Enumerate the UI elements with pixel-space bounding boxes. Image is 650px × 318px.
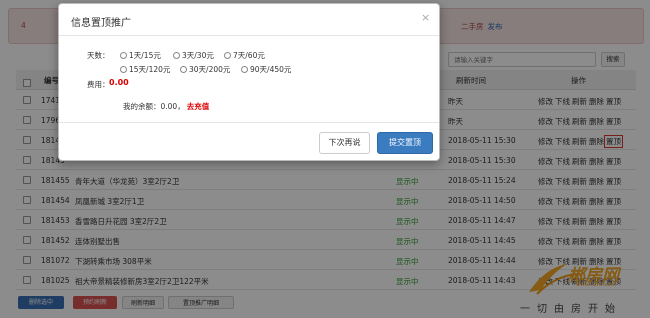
balance-line: 我的余额：0.00， 去充值 — [123, 101, 209, 112]
option-30-days[interactable]: 30天/200元 — [180, 64, 230, 75]
radio-icon[interactable] — [241, 66, 248, 73]
later-button[interactable]: 下次再说 — [319, 132, 370, 154]
top-promotion-dialog: 信息置顶推广 × 天数： 1天/15元 3天/30元 7天/60元 15天/12… — [58, 3, 440, 161]
days-label: 天数： — [87, 51, 110, 60]
radio-icon[interactable] — [120, 66, 127, 73]
option-15-days[interactable]: 15天/120元 — [120, 64, 170, 75]
dialog-footer-divider — [59, 122, 439, 123]
submit-top-button[interactable]: 提交置顶 — [377, 132, 433, 154]
radio-icon[interactable] — [224, 52, 231, 59]
dialog-header-divider — [59, 35, 439, 36]
option-3-days[interactable]: 3天/30元 — [173, 50, 214, 61]
fee-value: 0.00 — [109, 78, 129, 87]
close-icon[interactable]: × — [421, 11, 430, 24]
option-90-days[interactable]: 90天/450元 — [241, 64, 291, 75]
balance-label: 我的余额： — [123, 102, 161, 111]
recharge-link[interactable]: 去充值 — [187, 102, 210, 111]
balance-value: 0.00， — [160, 102, 185, 111]
fee-label: 费用： — [87, 80, 110, 89]
radio-icon[interactable] — [173, 52, 180, 59]
option-7-days[interactable]: 7天/60元 — [224, 50, 265, 61]
option-1-day[interactable]: 1天/15元 — [120, 50, 161, 61]
radio-icon[interactable] — [180, 66, 187, 73]
radio-icon[interactable] — [120, 52, 127, 59]
dialog-title: 信息置顶推广 — [71, 18, 131, 29]
